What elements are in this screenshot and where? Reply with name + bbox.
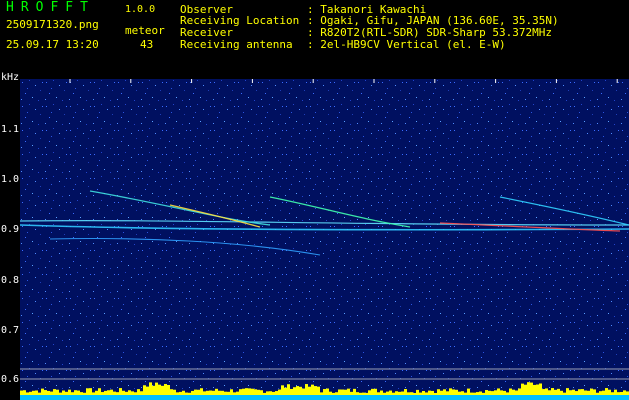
frequency-tick-label: 0.8 (1, 275, 20, 286)
meteor-count: 43 (140, 38, 154, 51)
class-label: meteor (125, 24, 165, 37)
spectrogram (20, 79, 629, 400)
frequency-tick-label: 1.0 (1, 174, 20, 185)
app-version: 1.0.0 (125, 4, 156, 15)
level-bar-baseline (20, 395, 629, 400)
frequency-tick-label: 1.1 (1, 124, 20, 135)
frequency-tick-label: 0.9 (1, 224, 20, 235)
frequency-tick-label: 0.6 (1, 374, 20, 385)
antenna-value: : 2el-HB9CV Vertical (el. E-W) (307, 38, 506, 51)
datetime-text: 25.09.17 13:20 (6, 38, 99, 51)
header-panel: HROFFT 1.0.0 2509171320.png meteor 25.09… (0, 0, 629, 72)
noise-background (20, 79, 629, 400)
antenna-label: Receiving antenna (180, 38, 293, 51)
image-filename: 2509171320.png (6, 18, 99, 31)
unit-label: kHz (1, 72, 20, 83)
frequency-tick-label: 0.7 (1, 325, 20, 336)
app-name: HROFFT (6, 0, 95, 15)
